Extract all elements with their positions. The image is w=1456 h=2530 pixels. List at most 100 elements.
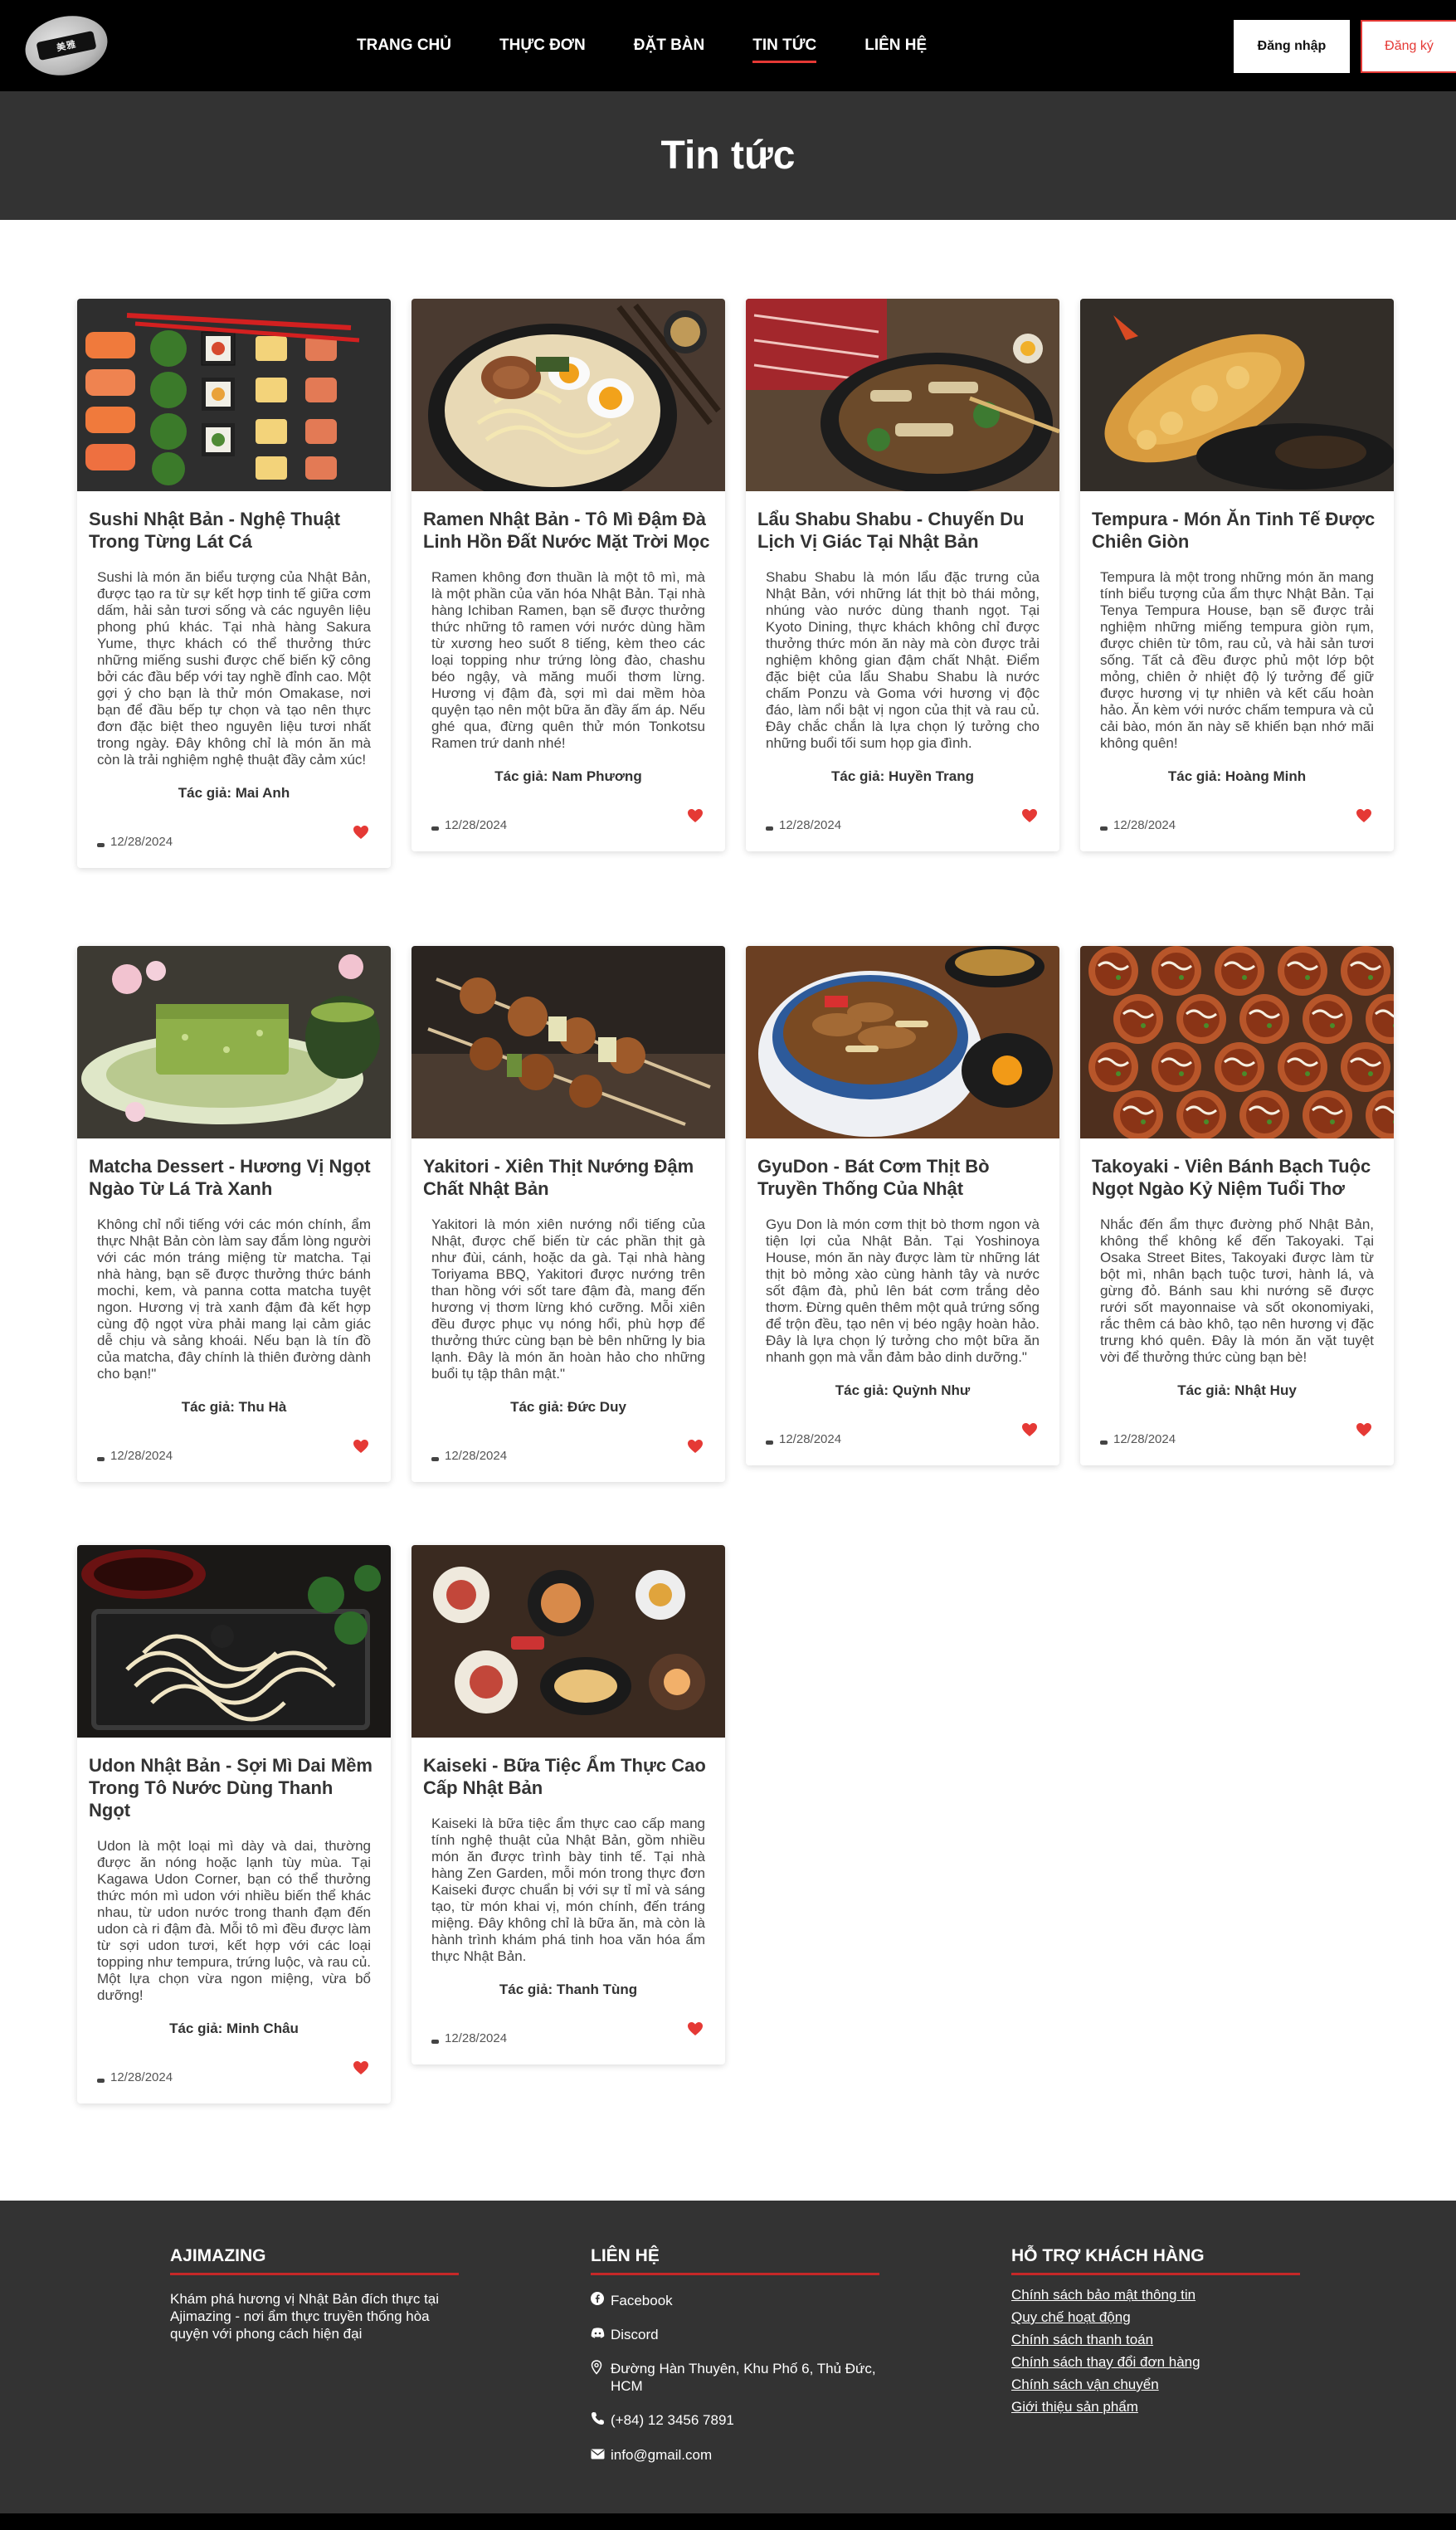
article-body: Takoyaki - Viên Bánh Bạch Tuộc Ngọt Ngào… — [1080, 1138, 1394, 1465]
nav-link-home[interactable]: TRANG CHỦ — [357, 30, 451, 61]
calendar-icon — [97, 1457, 105, 1461]
article-footer: 12/28/2024 — [89, 2061, 379, 2090]
mail-icon — [591, 2446, 606, 2464]
contact-phone[interactable]: (+84) 12 3456 7891 — [591, 2411, 881, 2430]
article-image[interactable] — [77, 299, 391, 491]
contact-facebook-label: Facebook — [611, 2293, 673, 2308]
article-image[interactable] — [77, 1545, 391, 1738]
contact-facebook[interactable]: Facebook — [591, 2292, 881, 2309]
login-button[interactable]: Đăng nhập — [1234, 20, 1350, 73]
article-image[interactable] — [1080, 946, 1394, 1138]
article-description: Kaiseki là bữa tiệc ẩm thực cao cấp mang… — [431, 1816, 705, 1964]
article-date: 12/28/2024 — [779, 1432, 842, 1446]
main-nav: TRANG CHỦ THỰC ĐƠN ĐẶT BÀN TIN TỨC LIÊN … — [357, 0, 927, 91]
calendar-icon — [431, 826, 439, 831]
calendar-icon — [766, 1440, 773, 1445]
article-date: 12/28/2024 — [1113, 818, 1176, 832]
article-description: Udon là một loại mì dày và dai, thường đ… — [97, 1838, 371, 2003]
article-title[interactable]: Tempura - Món Ăn Tinh Tế Được Chiên Giòn — [1092, 508, 1382, 553]
article-card[interactable]: Takoyaki - Viên Bánh Bạch Tuộc Ngọt Ngào… — [1080, 946, 1394, 1465]
article-author: Tác giả: Thu Hà — [181, 1399, 287, 1415]
article-body: Ramen Nhật Bản - Tô Mì Đậm Đà Linh Hồn Đ… — [411, 491, 725, 851]
article-description: Tempura là một trong những món ăn mang t… — [1100, 569, 1374, 751]
register-button[interactable]: Đăng ký — [1361, 20, 1456, 73]
article-date: 12/28/2024 — [110, 1449, 173, 1463]
article-image[interactable] — [746, 946, 1059, 1138]
article-author: Tác giả: Nam Phương — [494, 768, 642, 784]
article-title[interactable]: Udon Nhật Bản - Sợi Mì Dai Mềm Trong Tô … — [89, 1754, 379, 1821]
article-image[interactable] — [411, 946, 725, 1138]
phone-icon — [591, 2411, 606, 2430]
article-title[interactable]: Kaiseki - Bữa Tiệc Ẩm Thực Cao Cấp Nhật … — [423, 1754, 713, 1799]
article-image[interactable] — [1080, 299, 1394, 491]
article-footer: 12/28/2024 — [89, 826, 379, 855]
article-description: Gyu Don là món cơm thịt bò thơm ngon và … — [766, 1216, 1040, 1365]
article-body: Lẩu Shabu Shabu - Chuyến Du Lịch Vị Giác… — [746, 491, 1059, 851]
article-author: Tác giả: Thanh Tùng — [499, 1982, 638, 1997]
heart-icon[interactable] — [1021, 1422, 1038, 1437]
article-footer: 12/28/2024 — [1092, 1423, 1382, 1452]
article-title[interactable]: Ramen Nhật Bản - Tô Mì Đậm Đà Linh Hồn Đ… — [423, 508, 713, 553]
logo[interactable]: 美雅 — [19, 8, 114, 83]
article-title[interactable]: GyuDon - Bát Cơm Thịt Bò Truyền Thống Củ… — [757, 1155, 1048, 1200]
article-footer: 12/28/2024 — [757, 809, 1048, 838]
article-body: Tempura - Món Ăn Tinh Tế Được Chiên Giòn… — [1080, 491, 1394, 851]
calendar-icon — [97, 2079, 105, 2083]
contact-email[interactable]: info@gmail.com — [591, 2446, 881, 2464]
support-link-regulations[interactable]: Quy chế hoạt động — [1011, 2309, 1131, 2325]
footer-support-heading: HỖ TRỢ KHÁCH HÀNG — [1011, 2246, 1300, 2275]
heart-icon[interactable] — [353, 825, 369, 840]
page-hero: Tin tức — [0, 91, 1456, 220]
article-author: Tác giả: Huyền Trang — [831, 768, 974, 784]
heart-icon[interactable] — [687, 808, 704, 823]
nav-link-news[interactable]: TIN TỨC — [752, 30, 816, 63]
article-card[interactable]: Yakitori - Xiên Thịt Nướng Đậm Chất Nhật… — [411, 946, 725, 1482]
article-card[interactable]: Lẩu Shabu Shabu - Chuyến Du Lịch Vị Giác… — [746, 299, 1059, 851]
article-title[interactable]: Lẩu Shabu Shabu - Chuyến Du Lịch Vị Giác… — [757, 508, 1048, 553]
article-date: 12/28/2024 — [445, 1449, 508, 1463]
support-link-products[interactable]: Giới thiệu sản phẩm — [1011, 2399, 1138, 2415]
support-link-payment[interactable]: Chính sách thanh toán — [1011, 2332, 1153, 2347]
article-card[interactable]: Matcha Dessert - Hương Vị Ngọt Ngào Từ L… — [77, 946, 391, 1482]
article-card[interactable]: Tempura - Món Ăn Tinh Tế Được Chiên Giòn… — [1080, 299, 1394, 851]
heart-icon[interactable] — [1021, 808, 1038, 823]
support-link-privacy[interactable]: Chính sách bảo mật thông tin — [1011, 2287, 1195, 2303]
article-image[interactable] — [411, 299, 725, 491]
article-title[interactable]: Sushi Nhật Bản - Nghệ Thuật Trong Từng L… — [89, 508, 379, 553]
article-image[interactable] — [411, 1545, 725, 1738]
article-date: 12/28/2024 — [110, 835, 173, 849]
location-icon — [591, 2360, 606, 2395]
article-image[interactable] — [746, 299, 1059, 491]
article-description: Shabu Shabu là món lẩu đặc trưng của Nhậ… — [766, 569, 1040, 751]
support-link-shipping[interactable]: Chính sách vận chuyển — [1011, 2376, 1159, 2392]
nav-link-contact[interactable]: LIÊN HỆ — [864, 30, 927, 61]
article-title[interactable]: Yakitori - Xiên Thịt Nướng Đậm Chất Nhật… — [423, 1155, 713, 1200]
footer-about-heading: AJIMAZING — [170, 2246, 459, 2275]
article-card[interactable]: GyuDon - Bát Cơm Thịt Bò Truyền Thống Củ… — [746, 946, 1059, 1465]
calendar-icon — [1100, 1440, 1108, 1445]
heart-icon[interactable] — [687, 2021, 704, 2036]
article-image[interactable] — [77, 946, 391, 1138]
support-link-order-change[interactable]: Chính sách thay đổi đơn hàng — [1011, 2354, 1200, 2370]
contact-discord-label: Discord — [611, 2327, 659, 2342]
facebook-icon — [591, 2292, 606, 2309]
article-footer: 12/28/2024 — [423, 809, 713, 838]
heart-icon[interactable] — [353, 1439, 369, 1454]
nav-link-menu[interactable]: THỰC ĐƠN — [499, 30, 586, 61]
article-body: Sushi Nhật Bản - Nghệ Thuật Trong Từng L… — [77, 491, 391, 868]
heart-icon[interactable] — [1356, 1422, 1372, 1437]
article-card[interactable]: Ramen Nhật Bản - Tô Mì Đậm Đà Linh Hồn Đ… — [411, 299, 725, 851]
article-card[interactable]: Udon Nhật Bản - Sợi Mì Dai Mềm Trong Tô … — [77, 1545, 391, 2103]
heart-icon[interactable] — [1356, 808, 1372, 823]
contact-discord[interactable]: Discord — [591, 2326, 881, 2343]
page-title: Tin tức — [660, 134, 796, 178]
nav-link-booking[interactable]: ĐẶT BÀN — [634, 30, 705, 61]
heart-icon[interactable] — [353, 2060, 369, 2075]
article-title[interactable]: Matcha Dessert - Hương Vị Ngọt Ngào Từ L… — [89, 1155, 379, 1200]
footer-contact-heading: LIÊN HỆ — [591, 2246, 879, 2275]
article-card[interactable]: Sushi Nhật Bản - Nghệ Thuật Trong Từng L… — [77, 299, 391, 868]
discord-icon — [591, 2326, 606, 2343]
article-card[interactable]: Kaiseki - Bữa Tiệc Ẩm Thực Cao Cấp Nhật … — [411, 1545, 725, 2064]
article-title[interactable]: Takoyaki - Viên Bánh Bạch Tuộc Ngọt Ngào… — [1092, 1155, 1382, 1200]
heart-icon[interactable] — [687, 1439, 704, 1454]
